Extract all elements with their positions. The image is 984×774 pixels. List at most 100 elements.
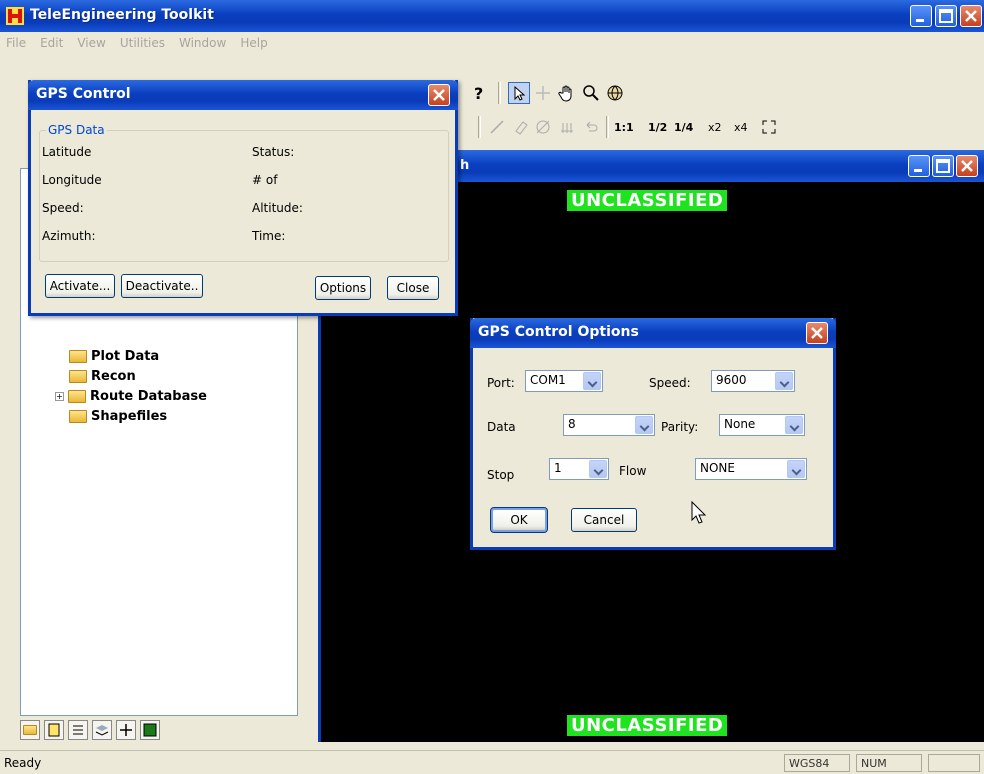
- classification-banner-top: UNCLASSIFIED: [567, 190, 728, 211]
- line-tool-icon[interactable]: [486, 116, 508, 138]
- menu-help[interactable]: Help: [240, 36, 267, 50]
- toolbar-separator: [606, 116, 609, 138]
- gps-close-button[interactable]: Close: [387, 276, 439, 300]
- menu-window[interactable]: Window: [179, 36, 226, 50]
- full-extent-icon[interactable]: [758, 116, 780, 138]
- activate-button[interactable]: Activate...: [45, 274, 115, 298]
- move-tab-icon[interactable]: [116, 720, 136, 740]
- globe-icon[interactable]: [604, 82, 626, 104]
- port-label: Port:: [487, 376, 515, 390]
- minimize-icon: [916, 19, 924, 22]
- parity-select[interactable]: None: [719, 414, 805, 436]
- ok-button[interactable]: OK: [490, 507, 548, 533]
- latitude-label: Latitude: [42, 145, 92, 159]
- pan-hand-icon[interactable]: [556, 82, 578, 104]
- maximize-icon: [939, 9, 953, 23]
- stop-bits-select[interactable]: 1: [549, 458, 609, 480]
- tree-item-plot-data[interactable]: Plot Data: [69, 349, 159, 364]
- grid-tool-icon[interactable]: [556, 116, 578, 138]
- undo-icon[interactable]: [580, 116, 602, 138]
- folder-icon: [69, 350, 87, 363]
- mouse-cursor-icon: [691, 500, 707, 524]
- expand-plus-icon[interactable]: +: [55, 392, 64, 401]
- tree-item-recon[interactable]: Recon: [69, 369, 136, 384]
- chevron-down-icon[interactable]: [589, 460, 607, 478]
- zoom-1-1[interactable]: 1:1: [614, 121, 634, 134]
- menu-utilities[interactable]: Utilities: [120, 36, 165, 50]
- zoom-x2[interactable]: x2: [708, 121, 722, 134]
- layers-tab-icon[interactable]: [92, 720, 112, 740]
- tree-item-label: Recon: [91, 369, 136, 384]
- gps-control-titlebar: GPS Control: [28, 80, 458, 110]
- gps-options-titlebar: GPS Control Options: [470, 318, 836, 348]
- speed-option-label: Speed:: [649, 376, 691, 390]
- chevron-down-icon[interactable]: [787, 460, 805, 478]
- map-tab-icon[interactable]: [140, 720, 160, 740]
- close-icon: [433, 89, 445, 101]
- close-icon: [811, 327, 823, 339]
- gps-options-title: GPS Control Options: [478, 324, 639, 340]
- data-bits-select[interactable]: 8: [563, 414, 655, 436]
- chevron-down-icon[interactable]: [583, 372, 601, 390]
- menu-edit[interactable]: Edit: [40, 36, 63, 50]
- speed-value: 9600: [716, 373, 747, 387]
- data-bits-label: Data: [487, 420, 516, 434]
- folder-icon: [68, 390, 86, 403]
- deactivate-button[interactable]: Deactivate..: [121, 274, 203, 298]
- folder-tab-icon[interactable]: [20, 720, 40, 740]
- zoom-1-2[interactable]: 1/2: [648, 121, 667, 134]
- panel-tabs: [20, 720, 160, 744]
- app-close-button[interactable]: [960, 5, 982, 27]
- gps-options-close-button[interactable]: [806, 322, 828, 344]
- app-logo-icon: [6, 7, 24, 25]
- pointer-tool-icon[interactable]: [508, 82, 530, 104]
- status-text: Ready: [4, 756, 42, 770]
- cancel-button[interactable]: Cancel: [571, 508, 637, 532]
- null-icon[interactable]: [532, 116, 554, 138]
- gps-options-dialog: GPS Control Options Port: COM1 Speed: 96…: [470, 318, 836, 550]
- tree-item-route-database[interactable]: + Route Database: [55, 389, 207, 404]
- zoom-x4[interactable]: x4: [734, 121, 748, 134]
- chevron-down-icon[interactable]: [635, 416, 653, 434]
- map-window-title: h: [460, 158, 470, 173]
- zoom-1-4[interactable]: 1/4: [674, 121, 693, 134]
- eraser-icon[interactable]: [510, 116, 532, 138]
- options-button[interactable]: Options: [315, 276, 371, 300]
- help-icon[interactable]: ?: [468, 82, 490, 104]
- chevron-down-icon[interactable]: [785, 416, 803, 434]
- status-cell-empty: [928, 754, 980, 772]
- speed-select[interactable]: 9600: [711, 370, 795, 392]
- gps-control-dialog: GPS Control GPS Data Latitude Longitude …: [28, 80, 458, 316]
- minimize-button[interactable]: [910, 5, 932, 27]
- maximize-button[interactable]: [935, 5, 957, 27]
- app-titlebar: TeleEngineering Toolkit: [0, 0, 984, 32]
- gps-control-close-button[interactable]: [428, 84, 450, 106]
- port-select[interactable]: COM1: [525, 370, 603, 392]
- menu-file[interactable]: File: [6, 36, 26, 50]
- chevron-down-icon[interactable]: [775, 372, 793, 390]
- toolbar-row-2: 1:1 1/2 1/4 x2 x4: [460, 112, 984, 142]
- document-tab-icon[interactable]: [44, 720, 64, 740]
- menu-view[interactable]: View: [77, 36, 105, 50]
- tree-item-shapefiles[interactable]: Shapefiles: [69, 409, 167, 424]
- tree-item-label: Shapefiles: [91, 409, 168, 424]
- tree-item-label: Route Database: [90, 389, 207, 404]
- longitude-label: Longitude: [42, 173, 102, 187]
- crosshair-icon[interactable]: [532, 82, 554, 104]
- zoom-magnifier-icon[interactable]: [580, 82, 602, 104]
- map-maximize-button[interactable]: [932, 155, 954, 177]
- datum-indicator: WGS84: [784, 754, 850, 772]
- stop-bits-label: Stop: [487, 468, 515, 482]
- folder-icon: [69, 370, 87, 383]
- port-value: COM1: [530, 373, 566, 387]
- map-close-button[interactable]: [956, 155, 978, 177]
- list-tab-icon[interactable]: [68, 720, 88, 740]
- altitude-label: Altitude:: [252, 201, 303, 215]
- maximize-icon: [936, 159, 950, 173]
- stop-bits-value: 1: [554, 461, 562, 475]
- map-minimize-button[interactable]: [908, 155, 930, 177]
- flow-select[interactable]: NONE: [695, 458, 807, 480]
- menu-bar: File Edit View Utilities Window Help: [0, 32, 984, 54]
- parity-value: None: [724, 417, 756, 431]
- azimuth-label: Azimuth:: [42, 229, 96, 243]
